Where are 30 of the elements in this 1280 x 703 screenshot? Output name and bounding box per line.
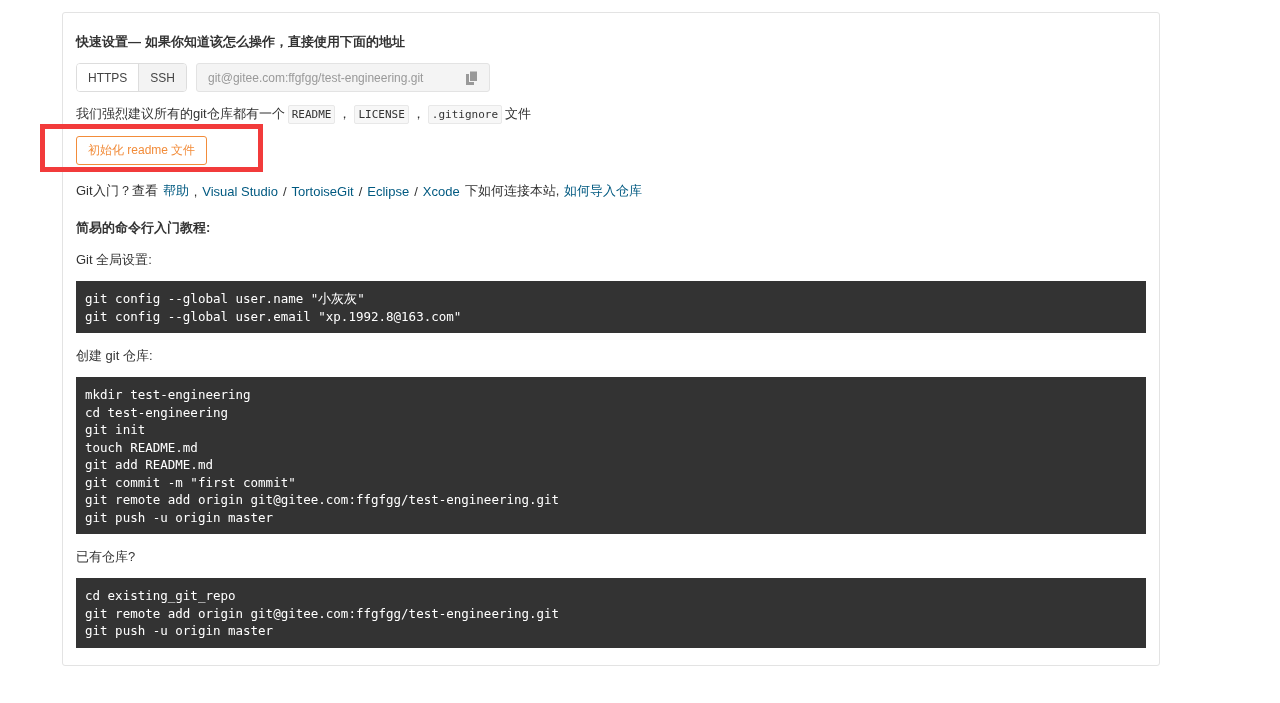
section-label: 已有仓库? [76,548,137,566]
tutorial-heading: 简易的命令行入门教程: [76,219,212,237]
help-link[interactable]: 帮助 [162,182,189,200]
help-link[interactable]: Xcode [422,183,460,199]
copy-icon[interactable] [466,70,479,85]
code-block: cd existing_git_repo git remote add origin git@gitee.com:ffgfgg/test-engineering.git git push -u origin master [76,578,1146,648]
help-link[interactable]: Visual Studio [202,183,278,199]
help-link[interactable]: 如何导入仓库 [564,182,643,200]
file-name: README [287,104,336,124]
help-text: / [358,183,363,199]
code-block: git config --global user.name "小灰灰" git config --global user.email "xp.1992.8@163.com" [76,281,1146,333]
help-text: Git入门？查看 [76,182,158,200]
help-text: 下如何连接本站, [464,182,560,200]
section-title: 快速设置— 如果你知道该怎么操作，直接使用下面的地址 [76,33,406,51]
help-text: , [193,183,198,199]
help-text: / [414,183,418,199]
help-link[interactable]: Eclipse [367,183,410,199]
help-text: / [282,183,287,199]
file-name: LICENSE [354,104,409,124]
recommend-text: 我们强烈建议所有的git仓库都有一个 [76,105,285,123]
code-block: mkdir test-engineering cd test-engineering git init touch README.md git add README.md git commit -m "first commit" git remote add origin git@gitee.com:ffgfgg/test-engineering.git git push -u origin master [76,377,1146,534]
recommend-text: ， [411,105,425,123]
section-label: Git 全局设置: [76,251,153,269]
recommend-text: 文件 [505,105,532,123]
section-label: 创建 git 仓库: [76,347,154,365]
protocol-tab[interactable]: HTTPS [77,64,140,91]
help-link[interactable]: TortoiseGit [291,183,354,199]
file-name: .gitignore [427,104,503,124]
recommend-text: ， [338,105,352,123]
protocol-tab[interactable]: SSH [139,64,187,91]
